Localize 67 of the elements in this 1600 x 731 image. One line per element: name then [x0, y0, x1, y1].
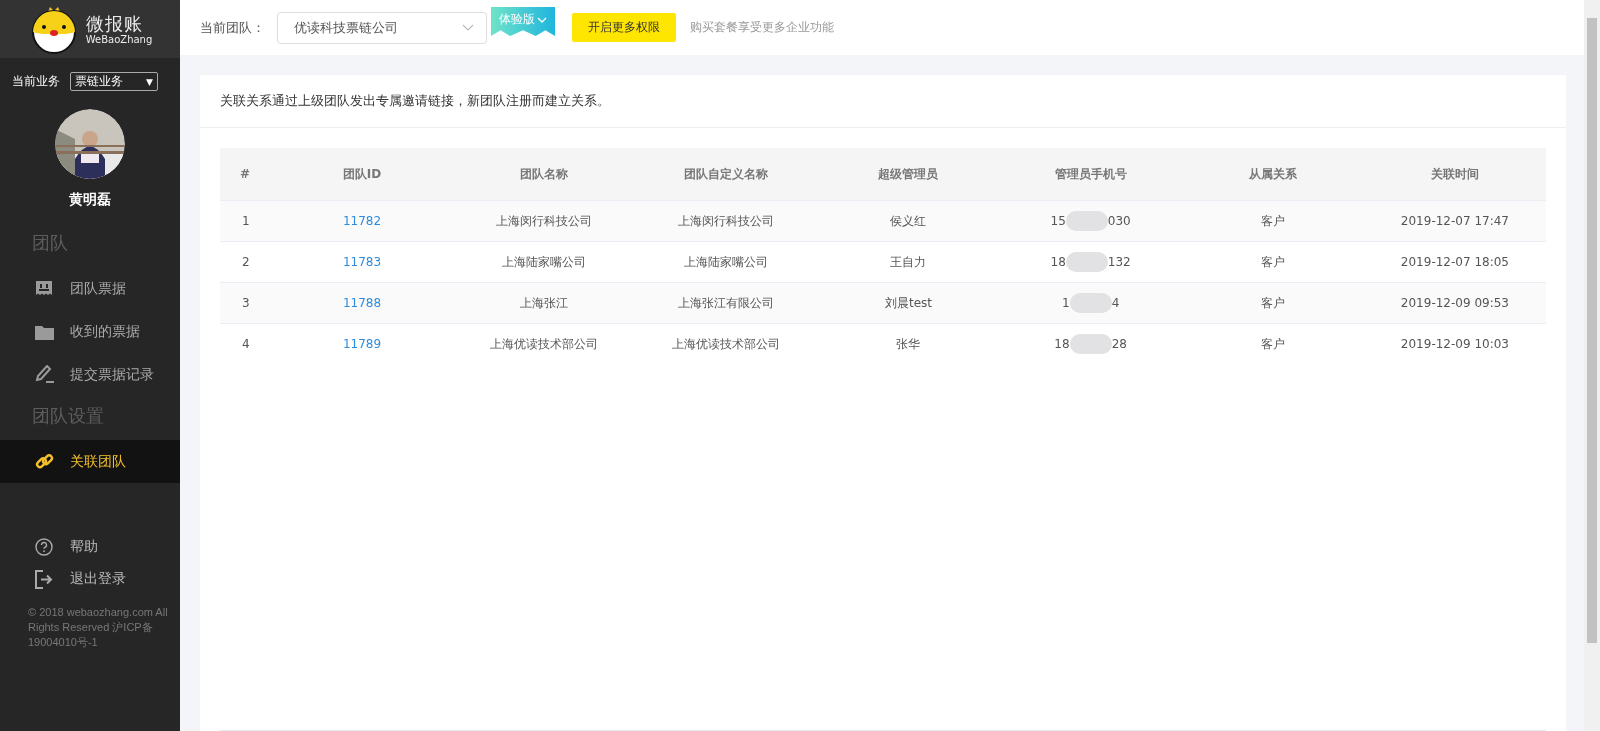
- phone-prefix: 18: [1054, 337, 1070, 351]
- table-cell: 1: [220, 200, 271, 242]
- column-header: #: [220, 148, 271, 201]
- team-id-link[interactable]: 11782: [342, 214, 382, 228]
- help-icon: [35, 538, 53, 556]
- column-header: 团队ID: [271, 148, 454, 201]
- table-cell: 4: [220, 323, 271, 364]
- user-name: 黄明磊: [69, 191, 111, 209]
- table-cell: 2019-12-07 17:47: [1363, 200, 1546, 242]
- table-cell: 刘晨test: [817, 282, 1000, 324]
- chevron-down-icon: [462, 24, 474, 31]
- copyright-text: © 2018 webaozhang.com All Rights Reserved 沪ICP备19004010号-1: [27, 605, 169, 650]
- folder-icon: [34, 323, 54, 340]
- logout-icon: [34, 569, 54, 589]
- business-label: 当前业务: [12, 73, 60, 90]
- column-header: 关联时间: [1363, 148, 1546, 201]
- phone-prefix: 15: [1050, 214, 1066, 228]
- column-header: 团队自定义名称: [635, 148, 818, 201]
- table-cell: 客户: [1181, 282, 1364, 324]
- column-header: 从属关系: [1181, 148, 1364, 201]
- phone-suffix: 132: [1107, 255, 1131, 269]
- column-header: 超级管理员: [817, 148, 1000, 201]
- phone-prefix: 1: [1062, 296, 1070, 310]
- team-id-link[interactable]: 11789: [342, 337, 382, 351]
- receipt-icon: [35, 279, 53, 298]
- table-cell: 上海闵行科技公司: [453, 200, 636, 242]
- phone-suffix: 28: [1111, 337, 1127, 351]
- phone-prefix: 18: [1050, 255, 1066, 269]
- table-cell: 上海优读技术部公司: [635, 323, 818, 364]
- table-cell: 侯义红: [817, 200, 1000, 242]
- table-cell: 上海张江: [453, 282, 636, 324]
- sidebar-item[interactable]: 关联团队: [0, 440, 180, 483]
- table-cell: 上海闵行科技公司: [635, 200, 818, 242]
- phone-suffix: 4: [1111, 296, 1120, 310]
- blurred-digits: [1065, 211, 1108, 231]
- upgrade-button[interactable]: 开启更多权限: [572, 13, 676, 42]
- table-cell: 2019-12-09 10:03: [1363, 323, 1546, 364]
- team-id-link[interactable]: 11783: [342, 255, 382, 269]
- business-select[interactable]: 票链业务 ▼: [70, 72, 158, 91]
- column-header: 团队名称: [453, 148, 636, 201]
- sidebar-item[interactable]: 收到的票据: [0, 310, 180, 353]
- sidebar-item[interactable]: 提交票据记录: [0, 353, 180, 396]
- blurred-digits: [1069, 293, 1112, 313]
- sidebar-link[interactable]: 帮助: [0, 535, 180, 559]
- sidebar-link[interactable]: 退出登录: [0, 567, 180, 591]
- chain-link-icon: [34, 452, 54, 471]
- team-id-link[interactable]: 11788: [342, 296, 382, 310]
- brand-subtitle: WeBaoZhang: [85, 34, 153, 46]
- table-cell: 客户: [1181, 323, 1364, 364]
- table-cell: 上海张江有限公司: [635, 282, 818, 324]
- brand-name: 微报账: [85, 14, 144, 34]
- table-cell: 3: [220, 282, 271, 324]
- table-cell: 张华: [817, 323, 1000, 364]
- promo-text: 购买套餐享受更多企业功能: [690, 19, 834, 36]
- table-cell: 2019-12-09 09:53: [1363, 282, 1546, 324]
- blurred-digits: [1065, 252, 1108, 272]
- table-cell: 客户: [1181, 200, 1364, 242]
- column-header: 管理员手机号: [999, 148, 1182, 201]
- phone-suffix: 030: [1107, 214, 1131, 228]
- blurred-digits: [1069, 334, 1112, 354]
- team-select[interactable]: 优读科技票链公司: [277, 11, 487, 44]
- scrollbar-thumb[interactable]: [1587, 18, 1597, 643]
- pen-icon: [34, 365, 54, 384]
- sidebar-item[interactable]: 团队票据: [0, 267, 180, 310]
- table-cell: 上海优读技术部公司: [453, 323, 636, 364]
- notice-text: 关联关系通过上级团队发出专属邀请链接，新团队注册而建立关系。: [200, 75, 1566, 128]
- team-label: 当前团队：: [200, 18, 265, 37]
